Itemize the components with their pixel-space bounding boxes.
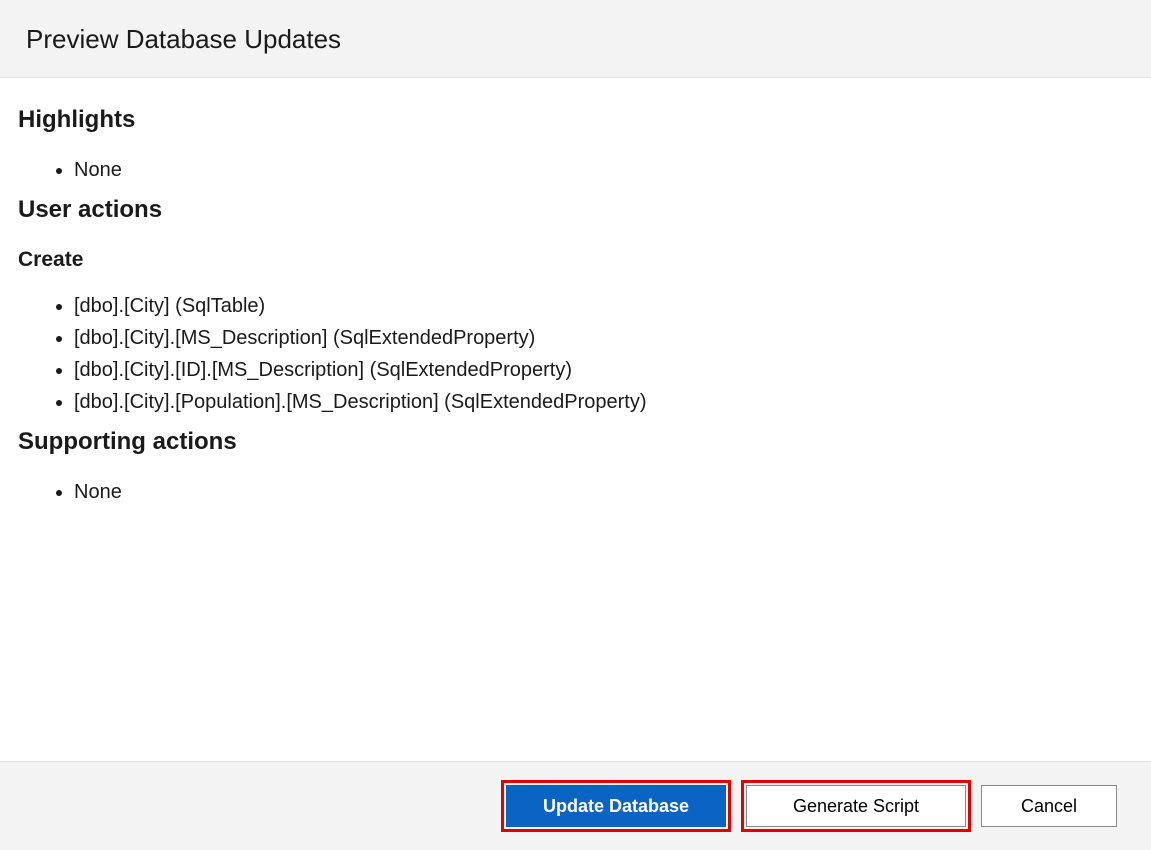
list-item: None — [74, 154, 1133, 186]
cancel-button[interactable]: Cancel — [981, 785, 1117, 827]
create-heading: Create — [18, 248, 1133, 272]
list-item: [dbo].[City].[MS_Description] (SqlExtend… — [74, 322, 1133, 354]
supporting-actions-list: None — [74, 476, 1133, 508]
generate-script-button[interactable]: Generate Script — [746, 785, 966, 827]
highlight-frame-update: Update Database — [501, 780, 731, 832]
content-area: Highlights None User actions Create [dbo… — [0, 78, 1151, 761]
highlights-heading: Highlights — [18, 106, 1133, 134]
highlights-list: None — [74, 154, 1133, 186]
list-item: [dbo].[City].[ID].[MS_Description] (SqlE… — [74, 354, 1133, 386]
list-item: [dbo].[City].[Population].[MS_Descriptio… — [74, 386, 1133, 418]
supporting-actions-heading: Supporting actions — [18, 428, 1133, 456]
update-database-button[interactable]: Update Database — [506, 785, 726, 827]
dialog-footer: Update Database Generate Script Cancel — [0, 761, 1151, 850]
user-actions-heading: User actions — [18, 196, 1133, 224]
list-item: None — [74, 476, 1133, 508]
create-list: [dbo].[City] (SqlTable) [dbo].[City].[MS… — [74, 290, 1133, 418]
list-item: [dbo].[City] (SqlTable) — [74, 290, 1133, 322]
highlight-frame-generate: Generate Script — [741, 780, 971, 832]
dialog-header: Preview Database Updates — [0, 0, 1151, 78]
dialog-title: Preview Database Updates — [26, 24, 1125, 55]
